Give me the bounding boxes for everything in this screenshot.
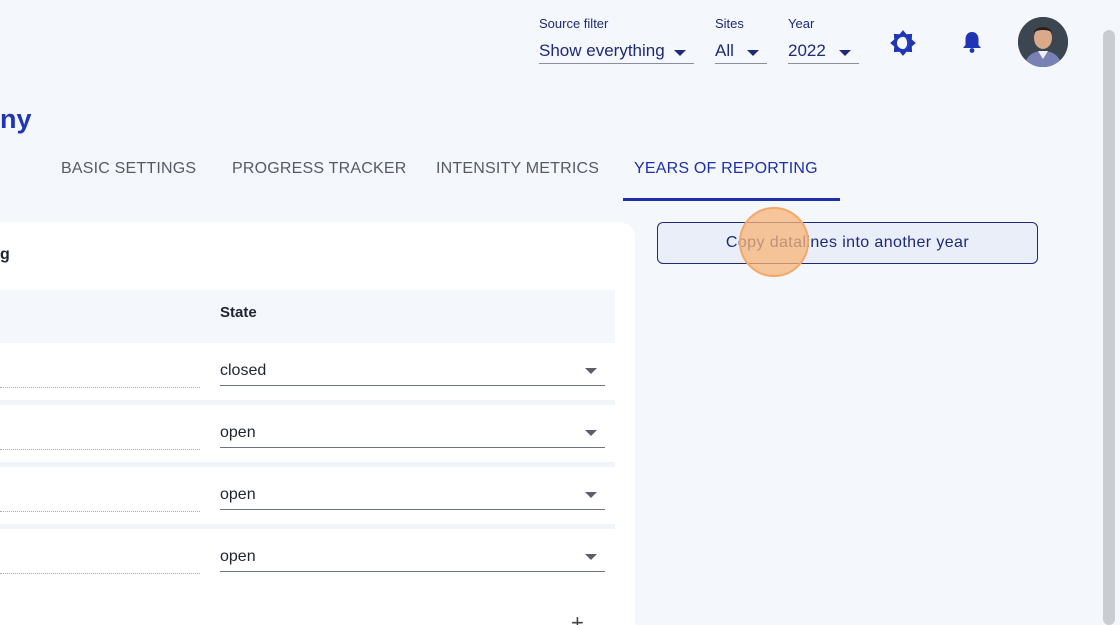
tab-progress-tracker[interactable]: PROGRESS TRACKER bbox=[232, 160, 407, 200]
row-1-left-field[interactable] bbox=[0, 358, 200, 388]
row-divider bbox=[0, 400, 615, 405]
active-tab-indicator bbox=[623, 198, 840, 201]
row-2-state-value: open bbox=[220, 423, 256, 441]
click-indicator bbox=[739, 207, 809, 277]
row-2-left-field[interactable] bbox=[0, 420, 200, 450]
row-3-state-value: open bbox=[220, 485, 256, 503]
tab-intensity-metrics[interactable]: INTENSITY METRICS bbox=[436, 160, 599, 200]
tab-basic-settings[interactable]: BASIC SETTINGS bbox=[61, 160, 196, 200]
bell-icon[interactable] bbox=[958, 28, 986, 56]
sites-filter-label: Sites bbox=[715, 16, 744, 31]
chevron-down-icon bbox=[747, 50, 759, 56]
row-divider bbox=[0, 524, 615, 529]
add-row-button[interactable]: + bbox=[571, 610, 584, 625]
tab-years-of-reporting[interactable]: YEARS OF REPORTING bbox=[634, 160, 818, 200]
brightness-icon[interactable] bbox=[888, 28, 918, 58]
card-title: g bbox=[0, 246, 10, 263]
chevron-down-icon bbox=[585, 368, 597, 374]
source-filter-value: Show everything bbox=[539, 40, 665, 60]
scrollbar[interactable] bbox=[1103, 30, 1115, 625]
chevron-down-icon bbox=[585, 492, 597, 498]
row-divider bbox=[0, 462, 615, 467]
year-filter-label: Year bbox=[788, 16, 815, 31]
chevron-down-icon bbox=[674, 50, 686, 56]
column-header-state: State bbox=[220, 304, 257, 321]
row-3-left-field[interactable] bbox=[0, 482, 200, 512]
sites-filter-value: All bbox=[715, 40, 734, 60]
year-filter-select[interactable]: 2022 bbox=[788, 38, 859, 64]
row-4-state-select[interactable]: open bbox=[220, 542, 605, 572]
sites-filter-select[interactable]: All bbox=[715, 38, 767, 64]
chevron-down-icon bbox=[839, 50, 851, 56]
chevron-down-icon bbox=[585, 554, 597, 560]
year-filter[interactable]: Year 2022 bbox=[788, 16, 859, 64]
row-1-state-select[interactable]: closed bbox=[220, 356, 605, 386]
row-1-state-value: closed bbox=[220, 361, 267, 379]
avatar[interactable] bbox=[1018, 17, 1068, 67]
source-filter-select[interactable]: Show everything bbox=[539, 38, 694, 64]
row-4-left-field[interactable] bbox=[0, 544, 200, 574]
page-title: ny bbox=[0, 104, 32, 134]
source-filter-label: Source filter bbox=[539, 16, 609, 31]
table-header bbox=[0, 290, 615, 343]
year-filter-value: 2022 bbox=[788, 40, 826, 60]
sites-filter[interactable]: Sites All bbox=[715, 16, 767, 64]
row-3-state-select[interactable]: open bbox=[220, 480, 605, 510]
source-filter[interactable]: Source filter Show everything bbox=[539, 16, 694, 64]
row-4-state-value: open bbox=[220, 547, 256, 565]
chevron-down-icon bbox=[585, 430, 597, 436]
row-2-state-select[interactable]: open bbox=[220, 418, 605, 448]
copy-datalines-button[interactable]: Copy datalines into another year bbox=[657, 222, 1038, 264]
